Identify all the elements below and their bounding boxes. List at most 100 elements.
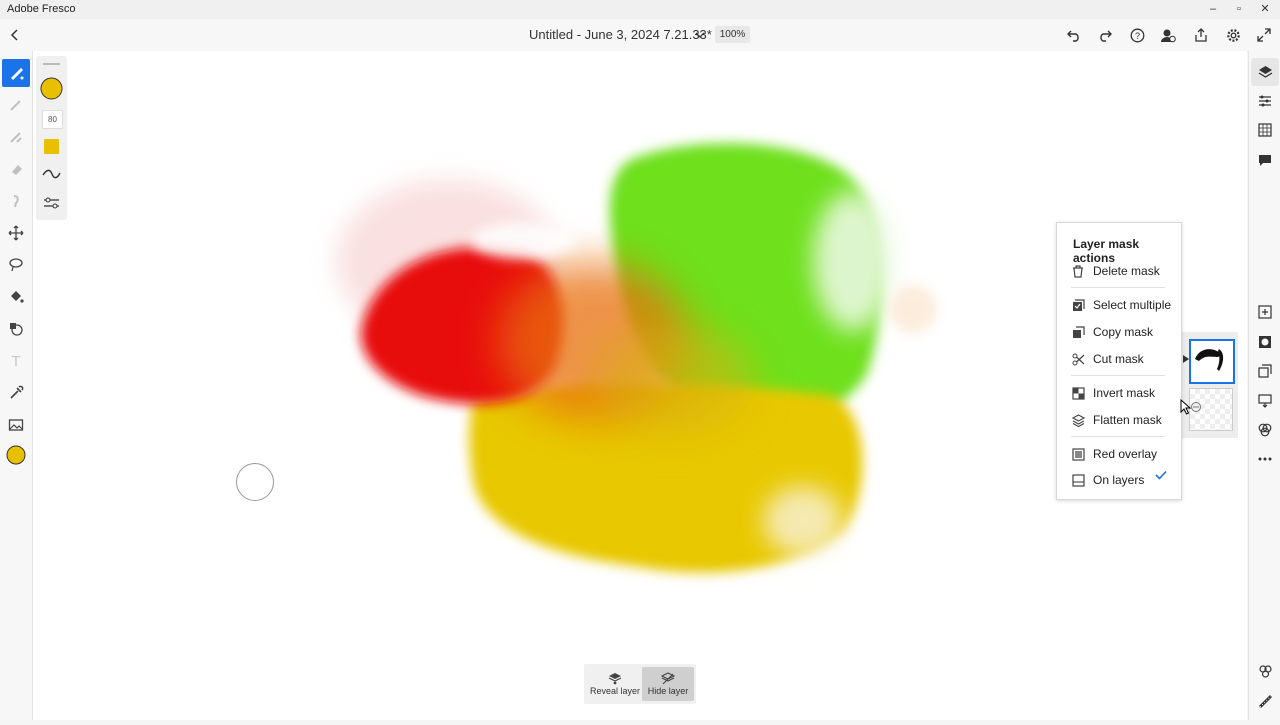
ruler-button[interactable] [1251, 687, 1279, 715]
menu-divider [1071, 436, 1165, 437]
add-layer-button[interactable] [1251, 298, 1279, 326]
reveal-icon [608, 673, 622, 685]
comment-icon [1259, 155, 1271, 166]
hide-icon [661, 672, 675, 685]
trash-icon [1073, 264, 1083, 278]
brush-color-swatch[interactable] [40, 77, 63, 100]
right-toolbar [1248, 51, 1280, 720]
layers-icon [1258, 65, 1272, 78]
fullscreen-button[interactable] [1250, 21, 1278, 49]
merge-layer-button[interactable] [1251, 387, 1279, 415]
svg-text:?: ? [1134, 31, 1139, 41]
title-dropdown-button[interactable] [687, 21, 713, 49]
clipping-mask-button[interactable] [1251, 357, 1279, 385]
menu-item-label: Flatten mask [1093, 413, 1162, 427]
document-title[interactable]: Untitled - June 3, 2024 7.21.33* [529, 27, 712, 42]
sliders-icon [1259, 95, 1271, 107]
layer-mask-thumbnail[interactable] [1189, 339, 1235, 384]
help-button[interactable]: ? [1123, 21, 1151, 49]
layers-button[interactable] [1251, 58, 1279, 86]
redo-button[interactable] [1091, 21, 1119, 49]
undo-button[interactable] [1060, 21, 1088, 49]
undo-icon [1067, 30, 1079, 42]
mask-preview-image [1195, 349, 1224, 371]
app-name: Adobe Fresco [7, 3, 76, 15]
menu-item-label: Copy mask [1093, 325, 1154, 339]
smudge-tool[interactable] [2, 187, 30, 215]
live-brush-icon [10, 100, 21, 111]
layer-mask-button[interactable] [1251, 328, 1279, 356]
blend-mode-button[interactable] [1251, 416, 1279, 444]
vector-brush-tool[interactable] [2, 123, 30, 151]
copy-icon [1072, 325, 1085, 338]
zoom-level[interactable]: 100% [715, 26, 750, 43]
menu-item-label: Delete mask [1093, 264, 1160, 278]
settings-button[interactable] [1219, 21, 1247, 49]
on-layers-icon [1071, 473, 1085, 487]
grid-button[interactable] [1251, 116, 1279, 144]
red-overlay-item[interactable]: Red overlay [1071, 445, 1157, 463]
eraser-tool[interactable] [2, 155, 30, 183]
place-image-tool[interactable] [2, 411, 30, 439]
adjustments-button[interactable] [1251, 87, 1279, 115]
comments-button[interactable] [1251, 146, 1279, 174]
move-icon [8, 225, 24, 241]
flatten-icon [1071, 413, 1085, 427]
gear-icon [1226, 28, 1240, 42]
learn-button[interactable] [1251, 657, 1279, 685]
select-multiple-icon [1072, 298, 1085, 311]
live-brush-tool[interactable] [2, 91, 30, 119]
export-button[interactable] [1187, 21, 1215, 49]
eyedropper-icon [10, 385, 24, 399]
invert-mask-item[interactable]: Invert mask [1071, 384, 1155, 402]
brush-cursor [236, 463, 274, 501]
type-tool[interactable]: T [2, 347, 30, 375]
shapes-library-icon [1258, 664, 1272, 678]
menu-item-label: Invert mask [1093, 386, 1156, 400]
brush-settings-icon[interactable] [42, 196, 61, 210]
smudge-icon [13, 195, 19, 208]
share-user-button[interactable] [1154, 21, 1182, 49]
menu-item-label: Red overlay [1093, 447, 1158, 461]
scissors-icon [1072, 353, 1084, 365]
reveal-layer-label: Reveal layer [589, 686, 641, 696]
panel-drag-handle[interactable] [43, 63, 60, 65]
window-titlebar: Adobe Fresco – ▫ ✕ [0, 0, 1280, 19]
clipping-icon [1258, 364, 1272, 378]
shapes-tool[interactable] [2, 315, 30, 343]
maximize-button[interactable]: ▫ [1226, 0, 1252, 19]
brush-size-value[interactable]: 80 [42, 110, 63, 129]
select-multiple-item[interactable]: Select multiple [1071, 296, 1171, 314]
blend-icon [1258, 423, 1272, 437]
brush-flow-swatch[interactable] [44, 139, 59, 154]
minimize-button[interactable]: – [1200, 0, 1226, 19]
paint-bucket-icon [11, 291, 24, 303]
transform-tool[interactable] [2, 219, 30, 247]
eyedropper-tool[interactable] [2, 379, 30, 407]
back-button[interactable] [1, 21, 29, 49]
overlay-icon [1071, 447, 1085, 461]
reveal-layer-button[interactable]: Reveal layer [589, 667, 641, 701]
on-layers-item[interactable]: On layers [1071, 471, 1144, 489]
pixel-brush-tool[interactable] [2, 59, 30, 87]
layer-thumbnail[interactable] [1189, 388, 1233, 431]
copy-mask-item[interactable]: Copy mask [1071, 323, 1153, 341]
selection-tool[interactable] [2, 251, 30, 279]
color-circle-icon [6, 445, 26, 465]
hide-layer-button[interactable]: Hide layer [642, 667, 694, 701]
redo-icon [1100, 30, 1112, 42]
smoothing-icon[interactable] [42, 168, 61, 180]
delete-mask-item[interactable]: Delete mask [1071, 262, 1160, 280]
vector-brush-icon [10, 132, 22, 143]
menu-item-label: Cut mask [1093, 352, 1144, 366]
color-swatch-button[interactable] [2, 441, 30, 469]
flatten-mask-item[interactable]: Flatten mask [1071, 411, 1162, 429]
brush-properties-panel: 80 [36, 56, 67, 220]
text-icon: T [11, 352, 21, 370]
invite-user-icon [1161, 29, 1176, 42]
close-window-button[interactable]: ✕ [1252, 0, 1278, 19]
fill-tool[interactable] [2, 283, 30, 311]
more-actions-button[interactable] [1251, 445, 1279, 473]
menu-divider [1071, 287, 1165, 288]
cut-mask-item[interactable]: Cut mask [1071, 350, 1144, 368]
